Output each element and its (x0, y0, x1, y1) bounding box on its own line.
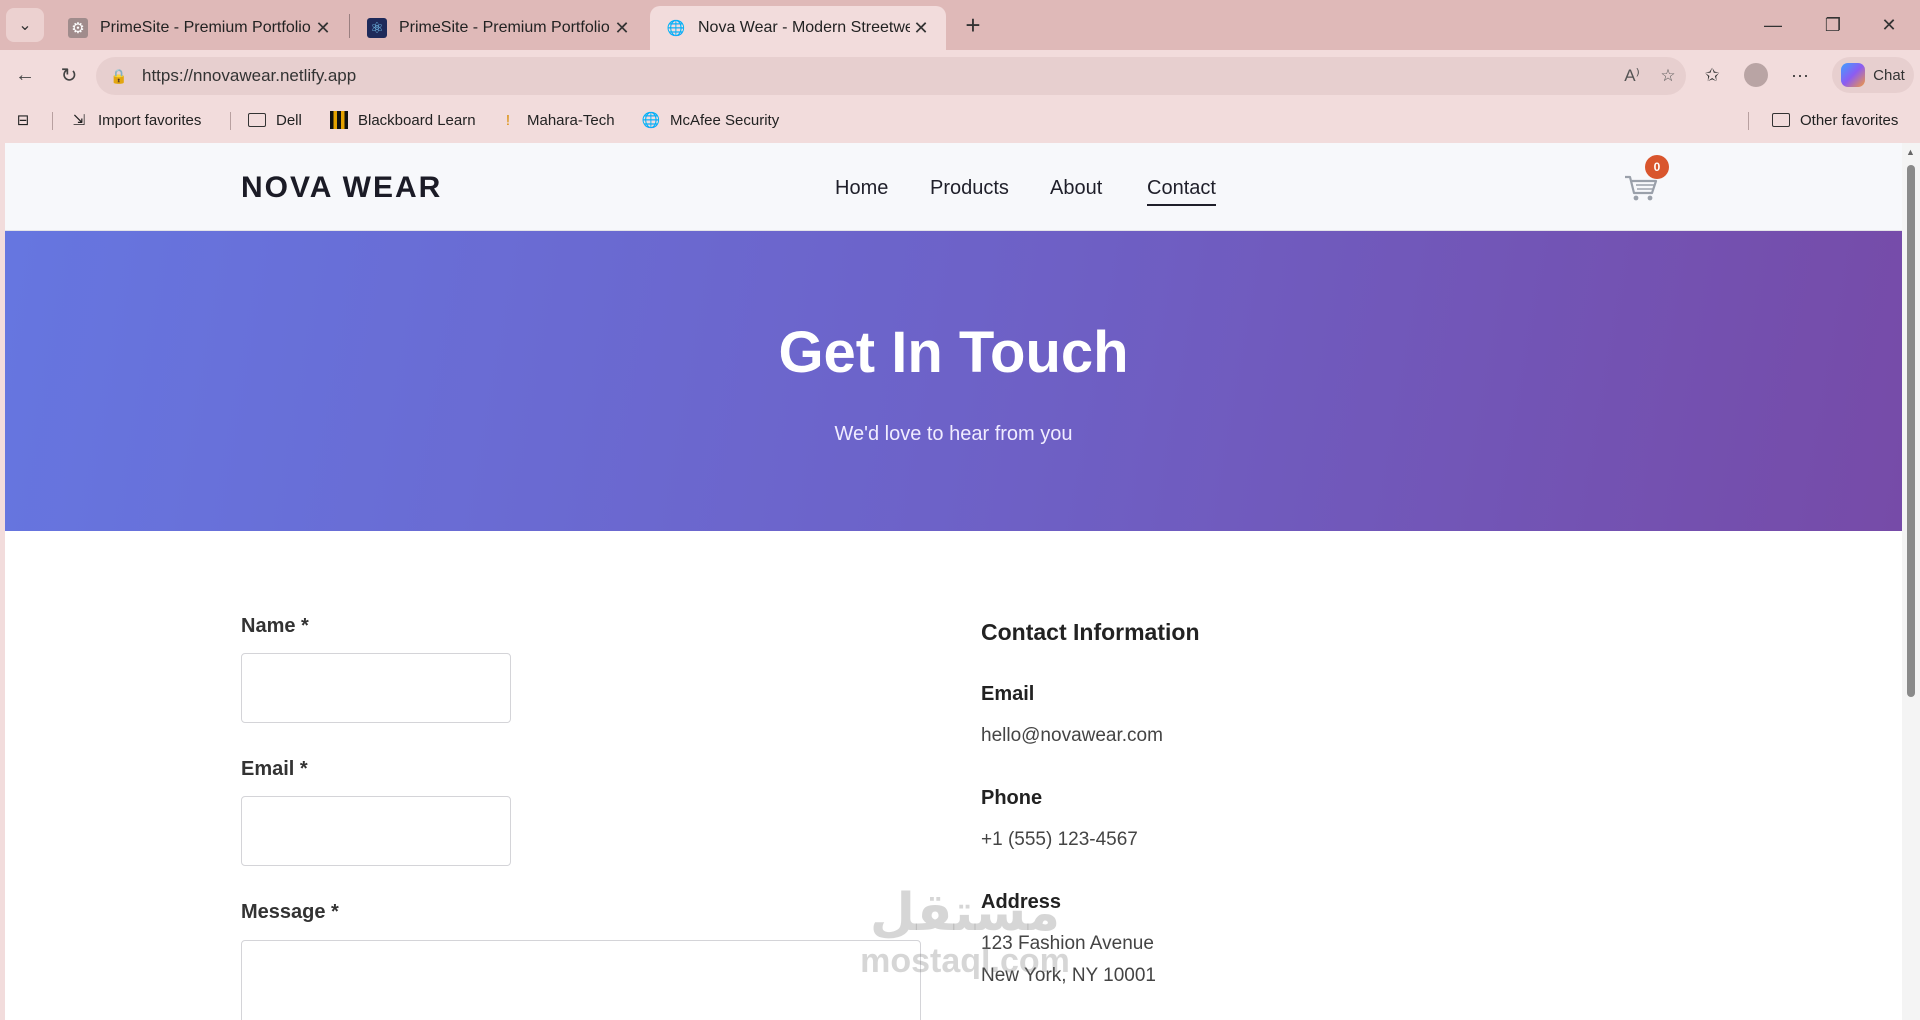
globe-icon: 🌐 (641, 112, 661, 129)
back-button[interactable]: ← (8, 59, 42, 91)
avatar (1744, 63, 1768, 87)
tab-title: Nova Wear - Modern Streetwear F (698, 19, 910, 36)
blackboard-icon (328, 111, 350, 129)
more-icon: ··· (1791, 64, 1809, 85)
tab-title: PrimeSite - Premium Portfolio (100, 19, 311, 36)
settings-menu-button[interactable]: ··· (1782, 59, 1818, 91)
chat-label: Chat (1873, 66, 1905, 84)
tab-title: PrimeSite - Premium Portfolio (399, 19, 610, 36)
import-icon: ⇲ (72, 112, 86, 129)
bookmark-label: Dell (276, 111, 302, 129)
contact-address-label: Address (981, 891, 1062, 913)
tab-primesite-2[interactable]: ⚛ PrimeSite - Premium Portfolio ✕ (351, 6, 647, 50)
bookmark-other-favorites[interactable]: Other favorites (1770, 108, 1898, 132)
bookmarks-toggle[interactable]: ⊟ (12, 108, 42, 132)
bookmark-mahara-tech[interactable]: ǃ Mahara-Tech (497, 108, 615, 132)
hero-banner: Get In Touch We'd love to hear from you (5, 231, 1902, 531)
message-field[interactable] (241, 940, 921, 1020)
contact-phone-label: Phone (981, 787, 1043, 809)
favorites-button[interactable]: ✩ (1694, 59, 1730, 91)
torch-icon: ǃ (505, 111, 511, 129)
nav-products[interactable]: Products (930, 177, 1009, 200)
copilot-chat-button[interactable]: Chat (1832, 57, 1914, 93)
globe-icon: 🌐 (666, 20, 686, 37)
minimize-button[interactable]: — (1750, 6, 1796, 44)
divider (1748, 112, 1749, 130)
tab-nova-wear[interactable]: 🌐 Nova Wear - Modern Streetwear F ✕ (650, 6, 946, 50)
plus-icon: + (965, 9, 981, 40)
bookmark-label: Mahara-Tech (527, 111, 615, 129)
nav-about[interactable]: About (1050, 177, 1102, 200)
favorites-icon: ✩ (1704, 64, 1720, 85)
contact-phone-value: +1 (555) 123-4567 (981, 829, 1138, 850)
copilot-icon (1841, 63, 1866, 87)
tab-strip: ⌄ ⚙ PrimeSite - Premium Portfolio ✕ ⚛ Pr… (0, 0, 1920, 50)
email-label: Email * (241, 758, 308, 780)
bookmark-mcafee-security[interactable]: 🌐 McAfee Security (640, 108, 780, 132)
bookmark-label: Blackboard Learn (358, 111, 476, 129)
bookmark-dell[interactable]: Dell (246, 108, 302, 132)
collections-icon: ⊟ (16, 112, 30, 129)
name-field[interactable] (241, 653, 511, 723)
star-icon[interactable]: ☆ (1650, 66, 1686, 86)
refresh-button[interactable]: ↻ (52, 59, 86, 91)
navigation-toolbar: ← ↻ 🔒 https://nnovawear.netlify.app A⁾ ☆… (0, 50, 1920, 100)
lock-icon[interactable]: 🔒 (96, 68, 142, 85)
close-icon[interactable]: ✕ (611, 18, 633, 39)
site-header: NOVA WEAR Home Products About Contact 0 (5, 143, 1902, 231)
scroll-up-icon[interactable]: ▲ (1906, 147, 1915, 157)
message-label: Message * (241, 901, 339, 923)
close-icon[interactable]: ✕ (312, 18, 334, 39)
close-window-button[interactable]: ✕ (1866, 6, 1912, 44)
folder-icon (246, 111, 268, 129)
hero-subtitle: We'd love to hear from you (834, 423, 1073, 445)
scrollbar-thumb[interactable] (1907, 165, 1915, 697)
tab-divider (349, 14, 350, 38)
nav-contact[interactable]: Contact (1147, 177, 1216, 206)
page-scrollbar[interactable]: ▲ (1902, 143, 1920, 1020)
contact-address-line2: New York, NY 10001 (981, 965, 1156, 986)
chevron-down-icon: ⌄ (18, 17, 32, 34)
email-field[interactable] (241, 796, 511, 866)
cart-count-badge: 0 (1645, 155, 1669, 179)
contact-email-value[interactable]: hello@novawear.com (981, 725, 1163, 747)
name-label: Name * (241, 615, 309, 637)
close-icon: ✕ (1881, 14, 1897, 35)
hero-title: Get In Touch (778, 320, 1129, 385)
contact-email-label: Email (981, 683, 1035, 705)
refresh-icon: ↻ (60, 64, 78, 87)
tab-actions-menu-button[interactable]: ⌄ (6, 8, 44, 42)
url-text[interactable]: https://nnovawear.netlify.app (142, 66, 1614, 86)
bookmark-label: McAfee Security (670, 111, 780, 129)
divider (52, 112, 53, 130)
contact-address-line1: 123 Fashion Avenue (981, 933, 1154, 954)
tab-primesite-1[interactable]: ⚙ PrimeSite - Premium Portfolio ✕ (52, 6, 348, 50)
bookmark-label: Other favorites (1800, 111, 1899, 129)
bookmark-import-favorites[interactable]: ⇲ Import favorites (68, 108, 202, 132)
divider (230, 112, 231, 130)
read-aloud-icon[interactable]: A⁾ (1614, 66, 1650, 86)
bookmark-label: Import favorites (98, 111, 202, 129)
address-bar[interactable]: 🔒 https://nnovawear.netlify.app A⁾ ☆ (96, 57, 1686, 95)
close-icon[interactable]: ✕ (910, 18, 932, 39)
favorites-bar: ⊟ ⇲ Import favorites Dell Blackboard Lea… (0, 100, 1920, 140)
page-viewport: NOVA WEAR Home Products About Contact 0 … (5, 143, 1920, 1020)
arrow-left-icon: ← (15, 63, 35, 86)
bookmark-blackboard-learn[interactable]: Blackboard Learn (328, 108, 476, 132)
react-icon: ⚛ (367, 18, 387, 38)
restore-button[interactable]: ❐ (1810, 6, 1856, 44)
restore-icon: ❐ (1824, 14, 1842, 35)
contact-info-title: Contact Information (981, 619, 1200, 645)
gear-icon: ⚙ (68, 18, 88, 38)
new-tab-button[interactable]: + (956, 8, 990, 42)
nav-home[interactable]: Home (835, 177, 888, 200)
folder-icon (1770, 111, 1792, 129)
site-logo[interactable]: NOVA WEAR (241, 171, 442, 205)
profile-button[interactable] (1738, 59, 1774, 91)
minimize-icon: — (1764, 14, 1782, 35)
